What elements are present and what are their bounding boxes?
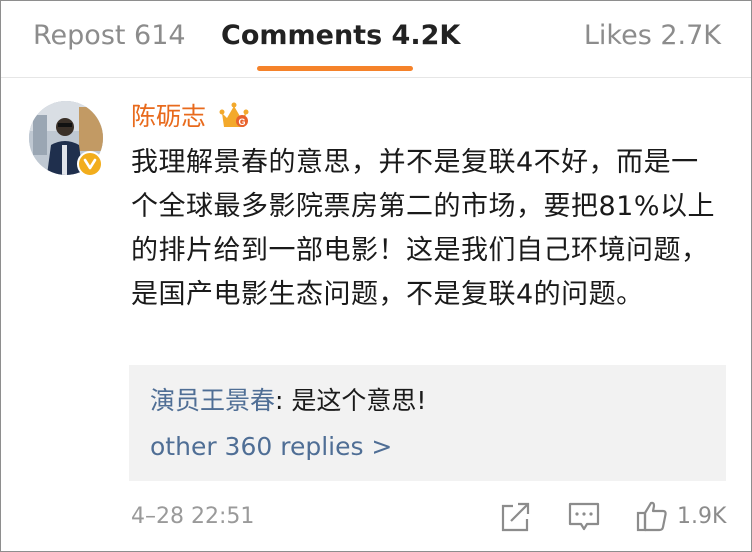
comment-author[interactable]: 陈砺志 bbox=[131, 99, 206, 135]
comment-view: Repost 614 Comments 4.2K Likes 2.7K 陈砺志 … bbox=[0, 0, 752, 552]
tab-comments[interactable]: Comments 4.2K bbox=[221, 16, 460, 56]
more-replies-link[interactable]: other 360 replies > bbox=[150, 429, 392, 465]
tab-repost[interactable]: Repost 614 bbox=[33, 16, 186, 56]
active-tab-indicator bbox=[257, 66, 413, 71]
share-icon[interactable] bbox=[499, 499, 531, 533]
reply-text: : 是这个意思! bbox=[275, 386, 427, 415]
crown-icon: G bbox=[219, 102, 249, 127]
comment-icon[interactable] bbox=[567, 499, 601, 533]
verified-icon bbox=[77, 151, 103, 177]
svg-text:G: G bbox=[238, 117, 245, 127]
reply-item: 演员王景春: 是这个意思! bbox=[150, 383, 426, 419]
reply-author[interactable]: 演员王景春 bbox=[150, 386, 275, 415]
reply-preview[interactable]: 演员王景春: 是这个意思! other 360 replies > bbox=[129, 365, 726, 481]
comment-text: 我理解景春的意思，并不是复联4不好，而是一个全球最多影院票房第二的市场，要把81… bbox=[131, 147, 716, 310]
like-count: 1.9K bbox=[677, 504, 727, 529]
timestamp: 4–28 22:51 bbox=[131, 504, 255, 529]
like-icon[interactable] bbox=[635, 499, 669, 533]
tab-bar: Repost 614 Comments 4.2K Likes 2.7K bbox=[1, 1, 751, 78]
tab-likes[interactable]: Likes 2.7K bbox=[584, 16, 721, 56]
